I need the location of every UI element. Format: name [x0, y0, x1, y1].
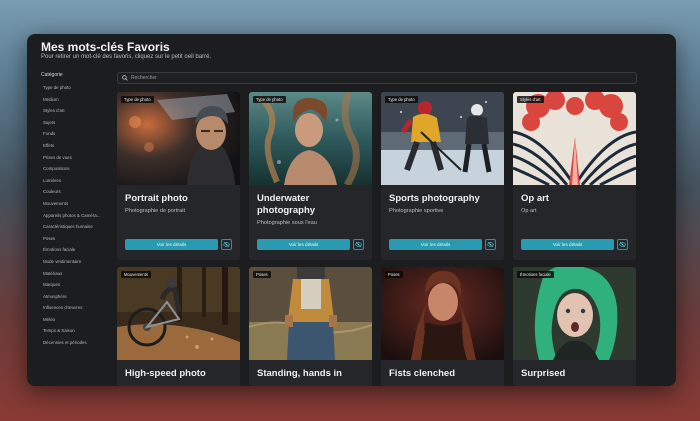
sidebar-item-mouvements[interactable]: Mouvements — [41, 198, 111, 210]
eye-slash-icon — [223, 241, 230, 248]
underwater-photo-image — [249, 92, 372, 185]
search-bar[interactable] — [117, 72, 637, 84]
sidebar-item-sujets[interactable]: Sujets — [41, 117, 111, 129]
sidebar-item-temps-saison[interactable]: Temps & Saison — [41, 325, 111, 337]
keyword-card: Type de photo Underwater photography Pho… — [249, 92, 372, 260]
card-title: Underwater photography — [257, 193, 316, 216]
category-badge: Type de photo — [121, 96, 154, 103]
eye-slash-icon — [355, 241, 362, 248]
sidebar-item-caracteristiques[interactable]: Caractéristiques humaine — [41, 221, 111, 233]
category-badge: Mouvements — [121, 271, 151, 278]
eye-slash-icon — [487, 241, 494, 248]
sidebar-item-appareils[interactable]: Appareils photos & Caméra... — [41, 210, 111, 222]
portrait-photo-image — [117, 92, 240, 185]
hide-favorite-button[interactable] — [221, 239, 232, 250]
card-title: Fists clenched — [389, 368, 455, 379]
sidebar-item-effets[interactable]: Effets — [41, 140, 111, 152]
sidebar-item-influences[interactable]: Influences d'œuvres — [41, 302, 111, 314]
sidebar-item-styles-art[interactable]: Styles d'art — [41, 105, 111, 117]
hide-favorite-button[interactable] — [485, 239, 496, 250]
card-title: Op art — [521, 193, 549, 204]
card-description: Photographie sportive — [389, 208, 444, 214]
sidebar-item-meteo[interactable]: Météo — [41, 314, 111, 326]
card-description: Photographie de portrait — [125, 208, 186, 214]
sidebar-item-decennies[interactable]: Décennies et périodes — [41, 337, 111, 349]
sidebar-item-compositions[interactable]: Compositions — [41, 163, 111, 175]
category-badge: Type de photo — [253, 96, 286, 103]
category-badge: Poses — [385, 271, 403, 278]
fists-clenched-image — [381, 267, 504, 360]
favorites-window: Mes mots-clés Favoris Pour retirer un mo… — [27, 34, 676, 386]
keyword-card: Type de photo Portrait photo Photographi… — [117, 92, 240, 260]
surprised-face-image — [513, 267, 636, 360]
keyword-card: Poses Fists clenched — [381, 267, 504, 386]
op-art-image — [513, 92, 636, 185]
card-title: Portrait photo — [125, 193, 188, 204]
sidebar-item-medium[interactable]: Médium — [41, 94, 111, 106]
category-sidebar: Catégorie Type de photo Médium Styles d'… — [41, 72, 111, 349]
search-icon — [122, 75, 128, 81]
card-description: Op art — [521, 208, 537, 214]
hide-favorite-button[interactable] — [353, 239, 364, 250]
sports-photo-image — [381, 92, 504, 185]
sidebar-item-type-de-photo[interactable]: Type de photo — [41, 82, 111, 94]
sidebar-item-prises-de-vues[interactable]: Prises de vues — [41, 152, 111, 164]
hide-favorite-button[interactable] — [617, 239, 628, 250]
view-details-button[interactable]: Voir les détails — [257, 239, 350, 250]
view-details-button[interactable]: Voir les détails — [125, 239, 218, 250]
favorites-grid: Type de photo Portrait photo Photographi… — [117, 92, 637, 386]
sidebar-item-atmosphere[interactable]: Atmosphère — [41, 291, 111, 303]
sidebar-item-materiaux[interactable]: Matériaux — [41, 268, 111, 280]
page-title: Mes mots-clés Favoris — [41, 40, 170, 54]
card-title: Surprised — [521, 368, 566, 379]
eye-slash-icon — [619, 241, 626, 248]
category-badge: Poses — [253, 271, 271, 278]
card-title: High-speed photo — [125, 368, 206, 379]
sidebar-item-mode[interactable]: Mode vestimentaire — [41, 256, 111, 268]
keyword-card: Mouvements High-speed photo — [117, 267, 240, 386]
card-description: Photographie sous l'eau — [257, 220, 317, 226]
sidebar-item-fonds[interactable]: Fonds — [41, 128, 111, 140]
search-input[interactable] — [131, 75, 611, 81]
category-badge: Styles d'art — [517, 96, 544, 103]
sidebar-item-couleurs[interactable]: Couleurs — [41, 186, 111, 198]
keyword-card: Type de photo Sports photography Photogr… — [381, 92, 504, 260]
view-details-button[interactable]: Voir les détails — [389, 239, 482, 250]
keyword-card: Poses Standing, hands in — [249, 267, 372, 386]
card-title: Sports photography — [389, 193, 480, 204]
category-badge: Émotions faciale — [517, 271, 554, 278]
keyword-card: Émotions faciale Surprised — [513, 267, 636, 386]
sidebar-heading: Catégorie — [41, 72, 63, 78]
sidebar-item-marques[interactable]: Marques — [41, 279, 111, 291]
keyword-card: Styles d'art Op art Op art Voir les déta… — [513, 92, 636, 260]
page-subtitle: Pour retirer un mot-clé des favoris, cli… — [41, 54, 212, 60]
sidebar-item-poses[interactable]: Poses — [41, 233, 111, 245]
sidebar-item-emotions[interactable]: Émotions faciale — [41, 244, 111, 256]
card-title: Standing, hands in — [257, 368, 342, 379]
category-badge: Type de photo — [385, 96, 418, 103]
high-speed-photo-image — [117, 267, 240, 360]
view-details-button[interactable]: Voir les détails — [521, 239, 614, 250]
standing-pose-image — [249, 267, 372, 360]
sidebar-item-lumieres[interactable]: Lumières — [41, 175, 111, 187]
